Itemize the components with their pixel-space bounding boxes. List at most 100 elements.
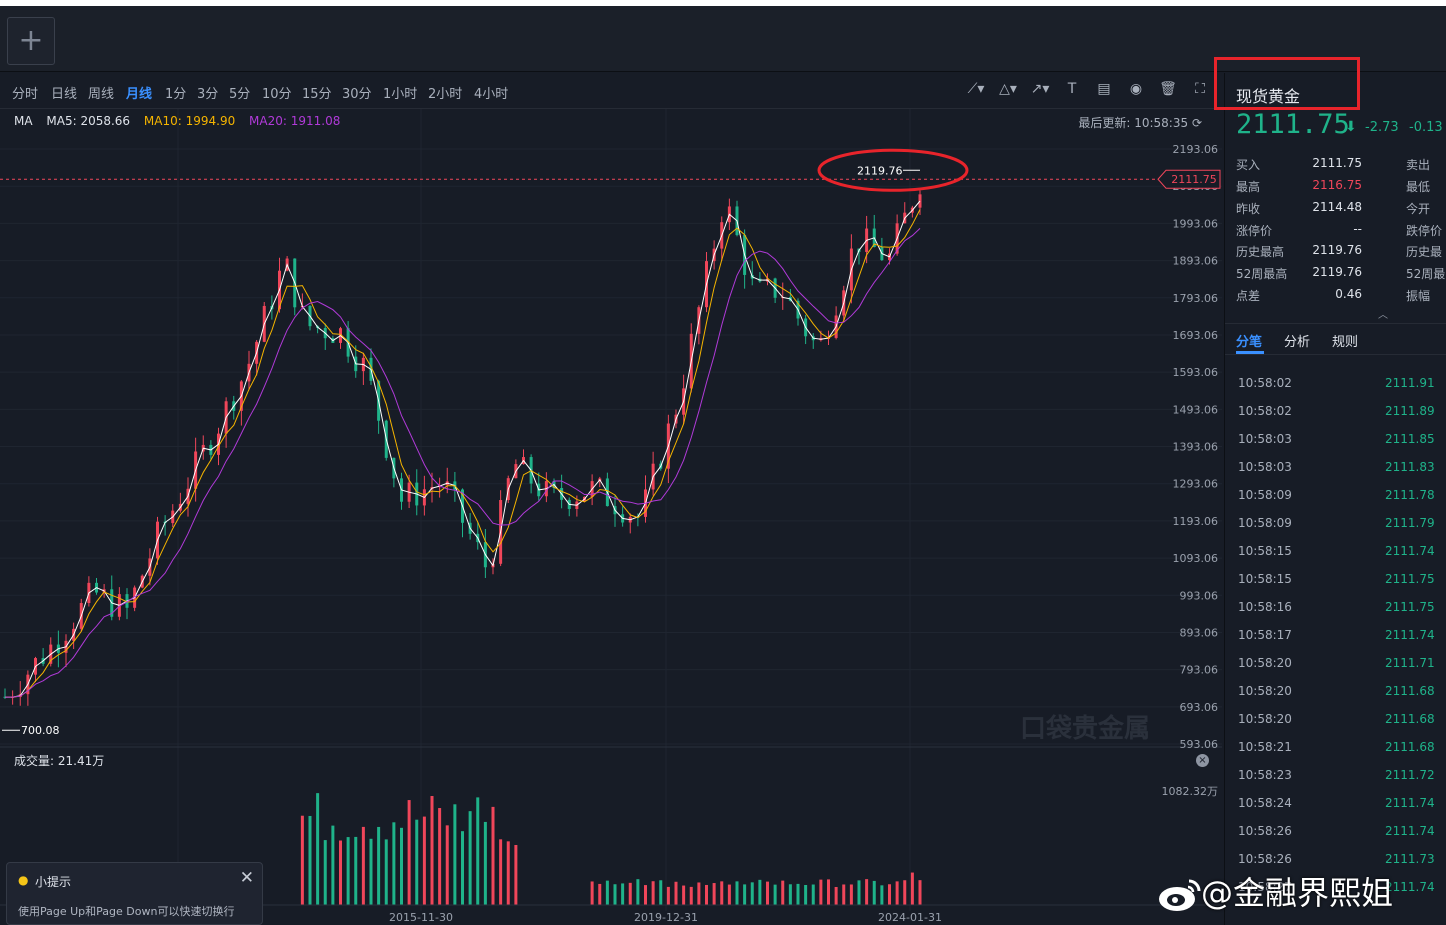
tick-row: 10:58:20 2111.71 bbox=[1225, 656, 1446, 684]
volume-bar bbox=[804, 885, 808, 905]
volume-bar bbox=[636, 879, 640, 905]
volume-bar bbox=[811, 884, 815, 905]
tick-time: 10:58:16 bbox=[1238, 600, 1292, 614]
y-tick-label: 1793.06 bbox=[1173, 292, 1219, 305]
tab-rules[interactable]: 规则 bbox=[1332, 331, 1358, 350]
quote-label-2: 卖出 bbox=[1406, 158, 1431, 172]
volume-bar bbox=[644, 885, 647, 905]
volume-bar bbox=[415, 819, 419, 905]
tick-time: 10:58:20 bbox=[1238, 712, 1292, 726]
x-tick-label: 2019-12-31 bbox=[634, 911, 698, 924]
tick-price: 2111.74 bbox=[1385, 544, 1435, 558]
tick-time: 10:58:02 bbox=[1238, 404, 1292, 418]
volume-bar bbox=[705, 884, 708, 905]
tick-time: 10:58:03 bbox=[1238, 460, 1292, 474]
volume-bar bbox=[384, 839, 388, 905]
tick-time: 10:58:20 bbox=[1238, 656, 1292, 670]
volume-bar bbox=[300, 815, 304, 905]
tick-price: 2111.71 bbox=[1385, 656, 1435, 670]
y-tick-label: 593.06 bbox=[1180, 738, 1219, 751]
candlestick-chart[interactable]: 2193.062093.061993.061893.061793.061693.… bbox=[0, 73, 1222, 925]
volume-bar bbox=[621, 883, 625, 905]
volume-bar bbox=[865, 879, 869, 905]
quote-value: 0.46 bbox=[1335, 287, 1362, 301]
quote-value: 2119.76 bbox=[1312, 265, 1362, 279]
tick-price: 2111.74 bbox=[1385, 628, 1435, 642]
price-change: -2.73 bbox=[1365, 120, 1399, 135]
volume-bar bbox=[849, 884, 853, 905]
weibo-logo-icon bbox=[1159, 879, 1201, 911]
volume-bar bbox=[506, 841, 510, 905]
volume-bar bbox=[666, 886, 670, 905]
tick-price: 2111.73 bbox=[1385, 852, 1435, 866]
active-tab-underline bbox=[1236, 351, 1264, 354]
tab-ticks[interactable]: 分笔 bbox=[1236, 331, 1262, 350]
close-volume-icon[interactable]: × bbox=[1196, 754, 1209, 767]
volume-bar bbox=[339, 840, 342, 905]
tick-row: 10:58:26 2111.74 bbox=[1225, 824, 1446, 852]
volume-bar bbox=[903, 880, 907, 905]
volume-bar bbox=[659, 880, 663, 905]
quote-row: 点差 0.46 振幅 bbox=[1236, 287, 1446, 307]
tick-row: 10:58:15 2111.74 bbox=[1225, 544, 1446, 572]
volume-bar bbox=[796, 883, 800, 905]
volume-bar bbox=[750, 882, 754, 905]
highlight-box bbox=[1214, 57, 1360, 110]
tick-row: 10:58:21 2111.68 bbox=[1225, 740, 1446, 768]
tick-row: 10:58:24 2111.74 bbox=[1225, 796, 1446, 824]
tip-popup: ● 小提示 ✕ 使用Page Up和Page Down可以快速切换行 bbox=[6, 862, 263, 925]
quote-label-2: 历史最 bbox=[1406, 245, 1443, 259]
tick-time: 10:58:15 bbox=[1238, 544, 1292, 558]
volume-bar bbox=[499, 839, 503, 905]
tick-time: 10:58:09 bbox=[1238, 488, 1292, 502]
volume-bar bbox=[888, 884, 891, 905]
volume-bar bbox=[689, 886, 693, 905]
close-tip-icon[interactable]: ✕ bbox=[240, 868, 254, 888]
tick-time: 10:58:26 bbox=[1238, 852, 1292, 866]
tick-row: 10:58:02 2111.89 bbox=[1225, 404, 1446, 432]
down-arrow-icon: ⬇ bbox=[1345, 119, 1357, 135]
tick-row: 10:58:02 2111.91 bbox=[1225, 376, 1446, 404]
quote-value: -- bbox=[1353, 222, 1362, 236]
tip-text: 使用Page Up和Page Down可以快速切换行 bbox=[18, 905, 235, 918]
add-chart-button[interactable]: + bbox=[7, 17, 55, 65]
y-tick-label: 1193.06 bbox=[1173, 515, 1219, 528]
quote-label-2: 跌停价 bbox=[1406, 224, 1443, 238]
tick-time: 10:58:02 bbox=[1238, 376, 1292, 390]
volume-bar bbox=[392, 822, 396, 905]
volume-bar bbox=[674, 881, 678, 905]
volume-bar bbox=[422, 816, 426, 905]
volume-bar bbox=[491, 806, 495, 905]
bulb-icon: ● bbox=[18, 873, 29, 887]
volume-bar bbox=[400, 827, 403, 905]
y-tick-label: 1293.06 bbox=[1173, 478, 1219, 491]
volume-bar bbox=[590, 881, 594, 905]
tick-time: 10:58:26 bbox=[1238, 824, 1292, 838]
tick-row: 10:58:20 2111.68 bbox=[1225, 712, 1446, 740]
volume-bar bbox=[758, 879, 762, 905]
volume-bar bbox=[354, 836, 358, 905]
tick-time: 10:58:24 bbox=[1238, 796, 1292, 810]
volume-bar bbox=[842, 884, 846, 905]
volume-bar bbox=[895, 881, 899, 905]
volume-bar bbox=[613, 884, 617, 905]
tick-row: 10:58:09 2111.78 bbox=[1225, 488, 1446, 516]
watermark: @金融界熙姐 bbox=[1157, 868, 1393, 914]
tick-price: 2111.68 bbox=[1385, 740, 1435, 754]
volume-bar bbox=[910, 872, 914, 905]
volume-bar bbox=[369, 838, 373, 905]
tick-time: 10:58:21 bbox=[1238, 740, 1292, 754]
volume-bar bbox=[880, 885, 884, 905]
quote-value: 2116.75 bbox=[1312, 178, 1362, 192]
collapse-icon[interactable]: ︿ bbox=[1378, 306, 1388, 321]
tick-time: 10:58:20 bbox=[1238, 684, 1292, 698]
volume-bar bbox=[788, 884, 792, 905]
tab-analysis[interactable]: 分析 bbox=[1284, 331, 1310, 350]
quote-value: 2114.48 bbox=[1312, 200, 1362, 214]
volume-bar bbox=[781, 880, 785, 905]
volume-bar bbox=[720, 881, 724, 905]
volume-bar bbox=[819, 879, 823, 905]
tick-price: 2111.75 bbox=[1385, 600, 1435, 614]
tick-row: 10:58:03 2111.85 bbox=[1225, 432, 1446, 460]
quote-label-2: 振幅 bbox=[1406, 289, 1431, 303]
